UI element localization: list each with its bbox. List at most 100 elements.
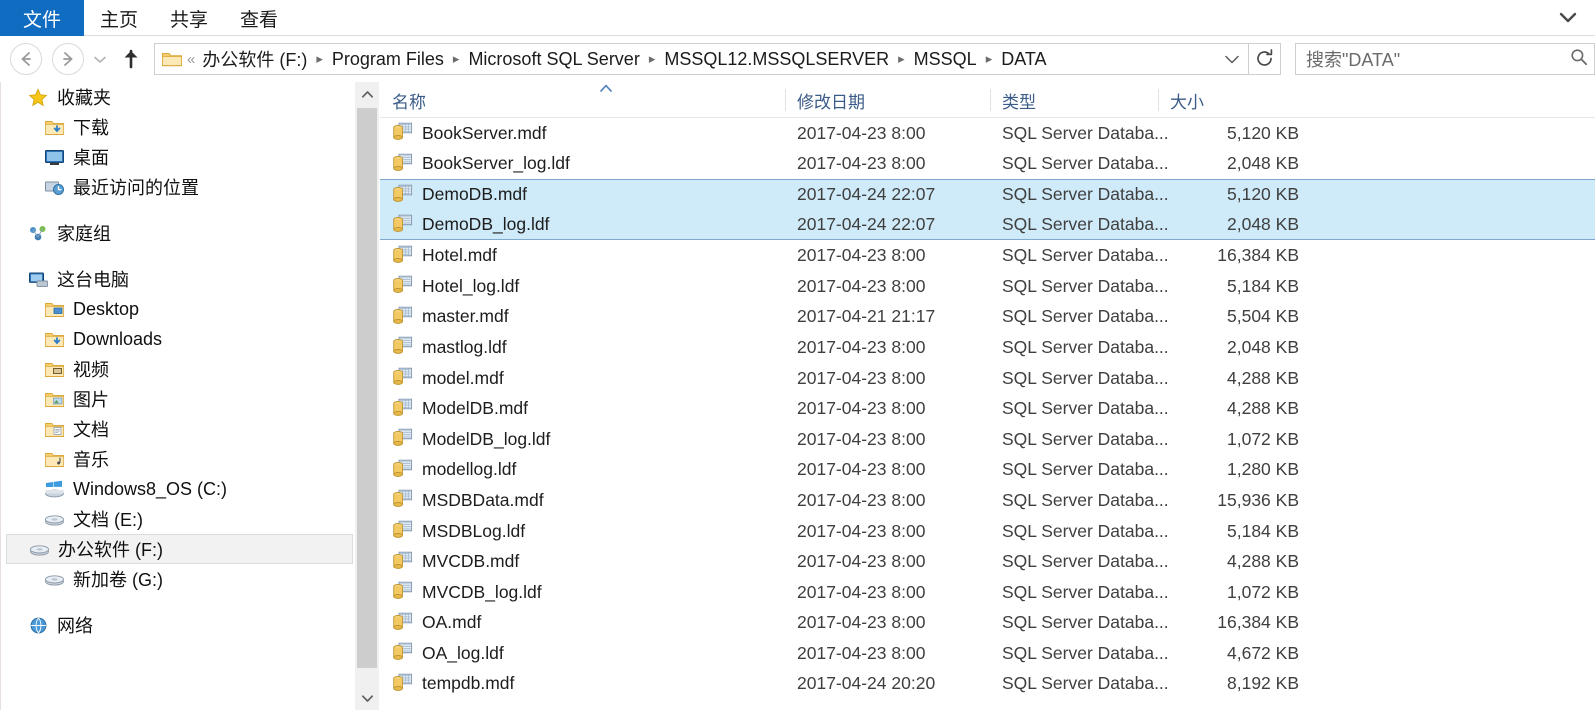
file-size-cell: 15,936 KB xyxy=(1217,489,1299,510)
breadcrumb-item-2[interactable]: Microsoft SQL Server xyxy=(464,47,643,72)
breadcrumb-separator-icon[interactable]: ▸ xyxy=(893,51,910,67)
file-date-cell: 2017-04-23 8:00 xyxy=(797,612,926,633)
table-row[interactable]: ModelDB.mdf 2017-04-23 8:00 SQL Server Dat… xyxy=(380,393,1595,424)
navigation-pane-scrollbar[interactable] xyxy=(355,82,379,710)
column-header-name[interactable]: 名称 xyxy=(380,82,785,118)
forward-button[interactable] xyxy=(52,43,84,75)
sidebar-item-downloads[interactable]: 下载 xyxy=(1,112,353,142)
file-name-cell[interactable]: ModelDB.mdf xyxy=(380,398,797,420)
file-name-cell[interactable]: Hotel_log.ldf xyxy=(380,275,797,297)
table-row[interactable]: BookServer_log.ldf 2017-04-23 8:00 SQL Ser… xyxy=(380,149,1595,180)
sql-mdf-icon xyxy=(392,122,413,144)
column-header-size[interactable]: 大小 xyxy=(1158,82,1288,118)
sidebar-item-videos[interactable]: 视频 xyxy=(1,354,353,384)
breadcrumb-item-5[interactable]: DATA xyxy=(997,47,1050,72)
file-name-cell[interactable]: model.mdf xyxy=(380,367,797,389)
tab-share[interactable]: 共享 xyxy=(154,0,224,36)
refresh-button[interactable] xyxy=(1249,43,1281,75)
file-size-cell: 5,184 KB xyxy=(1227,275,1299,296)
file-list-pane[interactable]: 名称 修改日期 类型 大小 BookServer.mdf 2017-04-23 8… xyxy=(380,82,1595,710)
scroll-down-chevron-down-icon[interactable] xyxy=(355,686,379,710)
file-name-cell[interactable]: modellog.ldf xyxy=(380,459,797,481)
file-name-cell[interactable]: MSDBData.mdf xyxy=(380,489,797,511)
table-row[interactable]: DemoDB.mdf 2017-04-24 22:07 SQL Server Dat… xyxy=(380,179,1595,210)
file-name-cell[interactable]: MSDBLog.ldf xyxy=(380,520,797,542)
recent-locations-chevron-down-icon[interactable] xyxy=(90,44,110,74)
table-row[interactable]: modellog.ldf 2017-04-23 8:00 SQL Server Da… xyxy=(380,455,1595,486)
file-name-cell[interactable]: DemoDB_log.ldf xyxy=(380,214,797,236)
breadcrumb[interactable]: « 办公软件 (F:) ▸ Program Files ▸ Microsoft … xyxy=(154,43,1249,75)
navigation-pane[interactable]: 收藏夹 下载 桌面 最近访问的位置 家庭组 这台电脑 Desktop Downl… xyxy=(1,82,353,710)
sidebar-item-windows8-os-c[interactable]: Windows8_OS (C:) xyxy=(1,474,353,504)
column-header-date-modified[interactable]: 修改日期 xyxy=(785,82,990,118)
breadcrumb-separator-icon[interactable]: ▸ xyxy=(644,51,661,67)
sidebar-group-network[interactable]: 网络 xyxy=(1,610,353,640)
breadcrumb-separator-icon[interactable]: ▸ xyxy=(448,51,465,67)
sidebar-item-desktop-folder[interactable]: Desktop xyxy=(1,294,353,324)
tab-view[interactable]: 查看 xyxy=(224,0,294,36)
sidebar-item-new-volume-g[interactable]: 新加卷 (G:) xyxy=(1,564,353,594)
breadcrumb-item-0[interactable]: 办公软件 (F:) xyxy=(198,44,311,74)
file-name-cell[interactable]: DemoDB.mdf xyxy=(380,184,797,206)
breadcrumb-item-3[interactable]: MSSQL12.MSSQLSERVER xyxy=(660,47,893,72)
table-row[interactable]: MSDBLog.ldf 2017-04-23 8:00 SQL Server Dat… xyxy=(380,516,1595,547)
breadcrumb-overflow-icon[interactable]: « xyxy=(187,51,195,68)
file-name-cell[interactable]: tempdb.mdf xyxy=(380,673,797,695)
table-row[interactable]: master.mdf 2017-04-21 21:17 SQL Server Dat… xyxy=(380,302,1595,333)
table-row[interactable]: OA.mdf 2017-04-23 8:00 SQL Server Databa..… xyxy=(380,608,1595,639)
scrollbar-thumb[interactable] xyxy=(357,108,377,668)
sidebar-label: 图片 xyxy=(73,390,109,410)
table-row[interactable]: mastlog.ldf 2017-04-23 8:00 SQL Server Dat… xyxy=(380,332,1595,363)
file-name-cell[interactable]: OA_log.ldf xyxy=(380,642,797,664)
file-date-cell: 2017-04-23 8:00 xyxy=(797,428,926,449)
table-row[interactable]: model.mdf 2017-04-23 8:00 SQL Server Datab… xyxy=(380,363,1595,394)
file-name-cell[interactable]: master.mdf xyxy=(380,306,797,328)
sidebar-item-music[interactable]: 音乐 xyxy=(1,444,353,474)
sidebar-item-desktop[interactable]: 桌面 xyxy=(1,142,353,172)
breadcrumb-separator-icon[interactable]: ▸ xyxy=(981,51,998,67)
breadcrumb-item-4[interactable]: MSSQL xyxy=(910,47,981,72)
sidebar-group-favorites[interactable]: 收藏夹 xyxy=(1,82,353,112)
sidebar-item-pictures[interactable]: 图片 xyxy=(1,384,353,414)
search-input[interactable]: 搜索"DATA" xyxy=(1295,43,1595,75)
file-name-cell[interactable]: ModelDB_log.ldf xyxy=(380,428,797,450)
search-icon[interactable] xyxy=(1570,48,1588,71)
tab-file[interactable]: 文件 xyxy=(0,0,84,36)
ribbon-expand-chevron-down-icon[interactable] xyxy=(1555,4,1581,30)
file-name-cell[interactable]: MVCDB.mdf xyxy=(380,551,797,573)
table-row[interactable]: DemoDB_log.ldf 2017-04-24 22:07 SQL Server… xyxy=(380,209,1595,241)
sidebar-item-office-software-f[interactable]: 办公软件 (F:) xyxy=(6,534,353,564)
breadcrumb-separator-icon[interactable]: ▸ xyxy=(311,51,328,67)
file-date-cell: 2017-04-23 8:00 xyxy=(797,642,926,663)
file-name-cell[interactable]: Hotel.mdf xyxy=(380,245,797,267)
file-name-cell[interactable]: MVCDB_log.ldf xyxy=(380,581,797,603)
table-row[interactable]: tempdb.mdf 2017-04-24 20:20 SQL Server Dat… xyxy=(380,669,1595,700)
scroll-up-chevron-up-icon[interactable] xyxy=(355,82,379,106)
table-row[interactable]: Hotel_log.ldf 2017-04-23 8:00 SQL Server D… xyxy=(380,271,1595,302)
sql-mdf-icon xyxy=(392,398,413,420)
sidebar-group-homegroup[interactable]: 家庭组 xyxy=(1,218,353,248)
table-row[interactable]: OA_log.ldf 2017-04-23 8:00 SQL Server Data… xyxy=(380,638,1595,669)
file-type-cell: SQL Server Databa... xyxy=(1002,428,1169,449)
table-row[interactable]: BookServer.mdf 2017-04-23 8:00 SQL Server … xyxy=(380,118,1595,149)
file-name-cell[interactable]: OA.mdf xyxy=(380,612,797,634)
file-name-cell[interactable]: BookServer.mdf xyxy=(380,122,797,144)
tab-home[interactable]: 主页 xyxy=(84,0,154,36)
address-dropdown-chevron-down-icon[interactable] xyxy=(1220,45,1244,73)
file-name-cell[interactable]: BookServer_log.ldf xyxy=(380,153,797,175)
sidebar-item-documents-e[interactable]: 文档 (E:) xyxy=(1,504,353,534)
column-header-type[interactable]: 类型 xyxy=(990,82,1158,118)
file-name-cell[interactable]: mastlog.ldf xyxy=(380,336,797,358)
sidebar-group-this-pc[interactable]: 这台电脑 xyxy=(1,264,353,294)
back-button[interactable] xyxy=(10,43,42,75)
sidebar-item-recent-places[interactable]: 最近访问的位置 xyxy=(1,172,353,202)
table-row[interactable]: MVCDB_log.ldf 2017-04-23 8:00 SQL Server D… xyxy=(380,577,1595,608)
up-button[interactable] xyxy=(116,44,146,74)
table-row[interactable]: ModelDB_log.ldf 2017-04-23 8:00 SQL Server… xyxy=(380,424,1595,455)
sidebar-item-downloads-pc[interactable]: Downloads xyxy=(1,324,353,354)
table-row[interactable]: MVCDB.mdf 2017-04-23 8:00 SQL Server Datab… xyxy=(380,546,1595,577)
table-row[interactable]: MSDBData.mdf 2017-04-23 8:00 SQL Server Da… xyxy=(380,485,1595,516)
sidebar-item-documents[interactable]: 文档 xyxy=(1,414,353,444)
table-row[interactable]: Hotel.mdf 2017-04-23 8:00 SQL Server Datab… xyxy=(380,240,1595,271)
breadcrumb-item-1[interactable]: Program Files xyxy=(328,47,448,72)
